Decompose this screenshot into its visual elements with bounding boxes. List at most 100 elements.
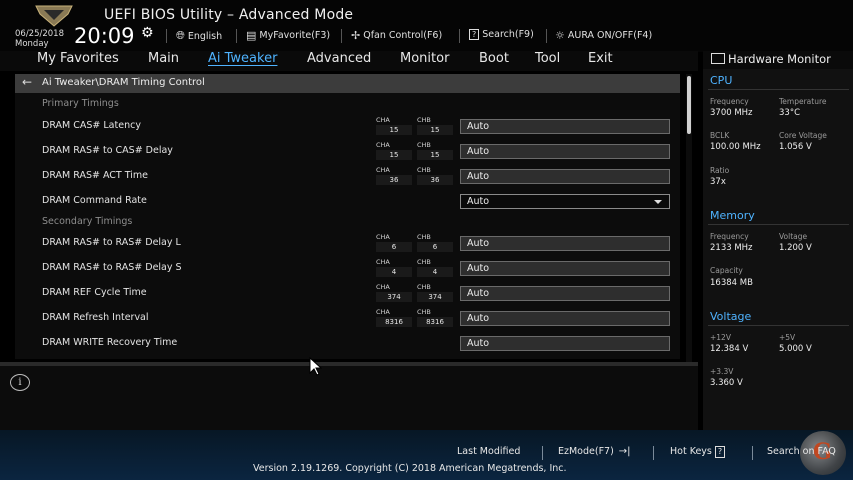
v33-value: 3.360 V [710,378,743,388]
memory-section-title: Memory [710,209,755,222]
chevron-down-icon [654,200,662,204]
cha-value: 6 [376,242,412,252]
myfavorite-button[interactable]: ▤ MyFavorite(F3) [246,29,330,42]
chb-label: CHB [417,283,431,291]
cpu-temperature-label: Temperature [779,97,827,106]
cha-label: CHA [376,308,390,316]
search-button[interactable]: ? Search(F9) [469,29,534,40]
command-rate-value: Auto [467,196,490,207]
memory-frequency-label: Frequency [710,232,749,241]
cha-value: 4 [376,267,412,277]
ras-to-ras-l-input[interactable]: Auto [460,236,670,251]
cpu-frequency-value: 3700 MHz [710,108,753,118]
search-icon: ? [469,29,480,40]
chb-value: 36 [417,175,453,185]
write-recovery-input[interactable]: Auto [460,336,670,351]
v5-label: +5V [779,333,796,342]
globe-icon: 🌐︎ [176,29,185,42]
qfan-button[interactable]: ✢ Qfan Control(F6) [351,29,442,42]
core-voltage-value: 1.056 V [779,142,812,152]
menu-tool[interactable]: Tool [535,51,560,66]
section-primary-timings: Primary Timings [42,98,119,109]
bclk-value: 100.00 MHz [710,142,761,152]
voltage-section-title: Voltage [710,310,752,323]
memory-voltage-value: 1.200 V [779,243,812,253]
date-text: 06/25/2018 [15,29,64,39]
header-divider [236,29,237,43]
hardware-monitor-header: Hardware Monitor [703,51,853,69]
footer-divider [653,446,654,460]
breadcrumb: ← Ai Tweaker\DRAM Timing Control [15,74,680,93]
scrollbar-thumb[interactable] [687,76,691,134]
cha-value: 36 [376,175,412,185]
language-label: English [187,30,223,42]
menu-main[interactable]: Main [148,51,179,66]
hotkeys-button[interactable]: Hot Keys? [670,446,726,458]
menu-my-favorites[interactable]: My Favorites [37,51,119,66]
ras-to-ras-s-input[interactable]: Auto [460,261,670,276]
v5-value: 5.000 V [779,344,812,354]
header-divider [546,29,547,43]
search-faq-button[interactable]: Search on FAQ [767,446,836,457]
back-arrow-icon[interactable]: ← [22,75,32,89]
section-secondary-timings: Secondary Timings [42,216,133,227]
menu-boot[interactable]: Boot [479,51,509,66]
mouse-cursor-icon [309,357,323,376]
chb-value: 4 [417,267,453,277]
v12-value: 12.384 V [710,344,749,354]
myfavorite-label: MyFavorite(F3) [259,30,331,41]
day-text: Monday [15,39,49,49]
section-divider [708,224,849,225]
command-rate-select[interactable]: Auto [460,194,670,209]
ezmode-label: EzMode(F7) [558,446,614,457]
row-label-command-rate: DRAM Command Rate [42,195,147,206]
cas-latency-input[interactable]: Auto [460,119,670,134]
chb-label: CHB [417,233,431,241]
capacity-value: 16384 MB [710,278,753,288]
core-voltage-label: Core Voltage [779,131,827,140]
cpu-section-title: CPU [710,74,733,87]
chb-label: CHB [417,258,431,266]
chb-label: CHB [417,116,431,124]
chb-value: 6 [417,242,453,252]
cha-label: CHA [376,233,390,241]
menu-monitor[interactable]: Monitor [400,51,449,66]
ras-act-time-input[interactable]: Auto [460,169,670,184]
ezmode-button[interactable]: EzMode(F7) →| [558,446,633,457]
chb-value: 374 [417,292,453,302]
refresh-interval-input[interactable]: Auto [460,311,670,326]
chb-label: CHB [417,141,431,149]
menu-exit[interactable]: Exit [588,51,613,66]
row-label-refresh-interval: DRAM Refresh Interval [42,312,149,323]
row-label-ras-to-ras-s: DRAM RAS# to RAS# Delay S [42,262,182,273]
help-panel [0,366,698,430]
aura-button[interactable]: ☼ AURA ON/OFF(F4) [555,29,652,42]
search-label: Search(F9) [482,29,534,40]
cha-label: CHA [376,116,390,124]
ras-to-cas-input[interactable]: Auto [460,144,670,159]
section-divider [708,89,849,90]
cha-label: CHA [376,141,390,149]
aura-label: AURA ON/OFF(F4) [567,30,653,41]
ratio-label: Ratio [710,166,730,175]
version-text: Version 2.19.1269. Copyright (C) 2018 Am… [253,463,567,474]
row-label-ref-cycle-time: DRAM REF Cycle Time [42,287,147,298]
row-label-ras-act-time: DRAM RAS# ACT Time [42,170,149,181]
tuf-logo [35,5,73,27]
monitor-icon [711,53,725,64]
header-divider [166,29,167,43]
footer-divider [752,446,753,460]
clock-time: 20:09 [74,24,135,48]
section-divider [708,325,849,326]
menu-ai-tweaker[interactable]: Ai Tweaker [208,51,277,66]
datetime-date: 06/25/2018 Monday [15,29,64,49]
last-modified-button[interactable]: Last Modified [457,446,520,457]
cha-label: CHA [376,166,390,174]
v12-label: +12V [710,333,731,342]
language-button[interactable]: 🌐︎ English [176,29,222,43]
ref-cycle-time-input[interactable]: Auto [460,286,670,301]
hardware-monitor-title: Hardware Monitor [728,52,831,66]
gear-icon[interactable]: ⚙ [141,25,154,41]
menu-advanced[interactable]: Advanced [307,51,371,66]
cha-label: CHA [376,283,390,291]
